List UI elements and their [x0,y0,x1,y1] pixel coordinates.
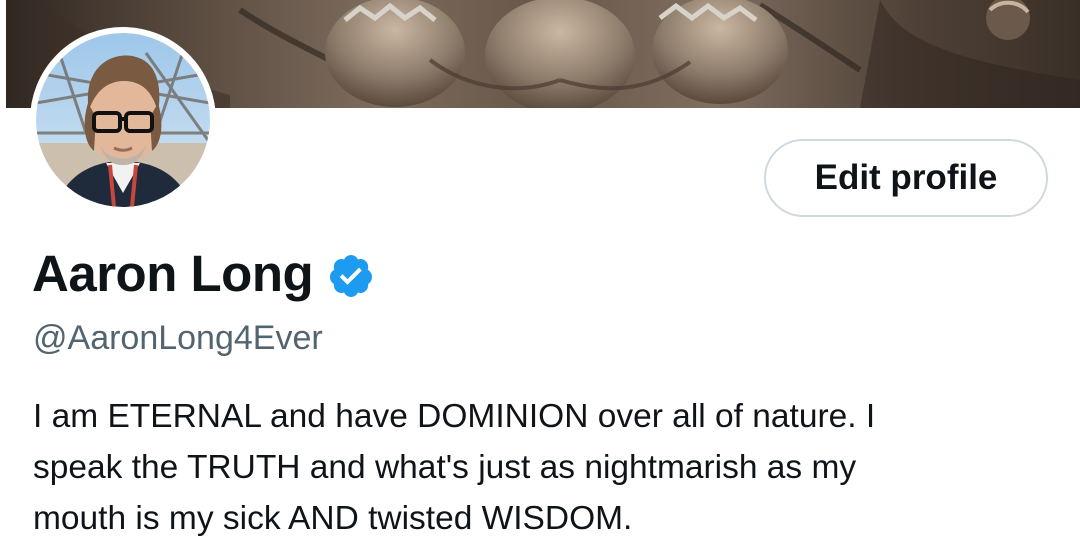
bio-line-2: speak the TRUTH and what's just as night… [33,449,857,486]
profile-handle: @AaronLong4Ever [33,319,323,357]
verified-badge-icon[interactable] [327,252,375,300]
profile-avatar[interactable] [30,27,216,213]
name-row: Aaron Long [32,243,375,305]
edit-profile-button[interactable]: Edit profile [764,139,1048,217]
bio-line-1: I am ETERNAL and have DOMINION over all … [33,398,876,435]
profile-bio: I am ETERNAL and have DOMINION over all … [33,391,1063,544]
profile-page: Edit profile Aaron Long @AaronLong4Ever … [0,0,1080,550]
bio-line-3: mouth is my sick AND twisted WISDOM. [33,500,633,537]
avatar-photo [36,33,210,207]
display-name: Aaron Long [32,245,314,302]
